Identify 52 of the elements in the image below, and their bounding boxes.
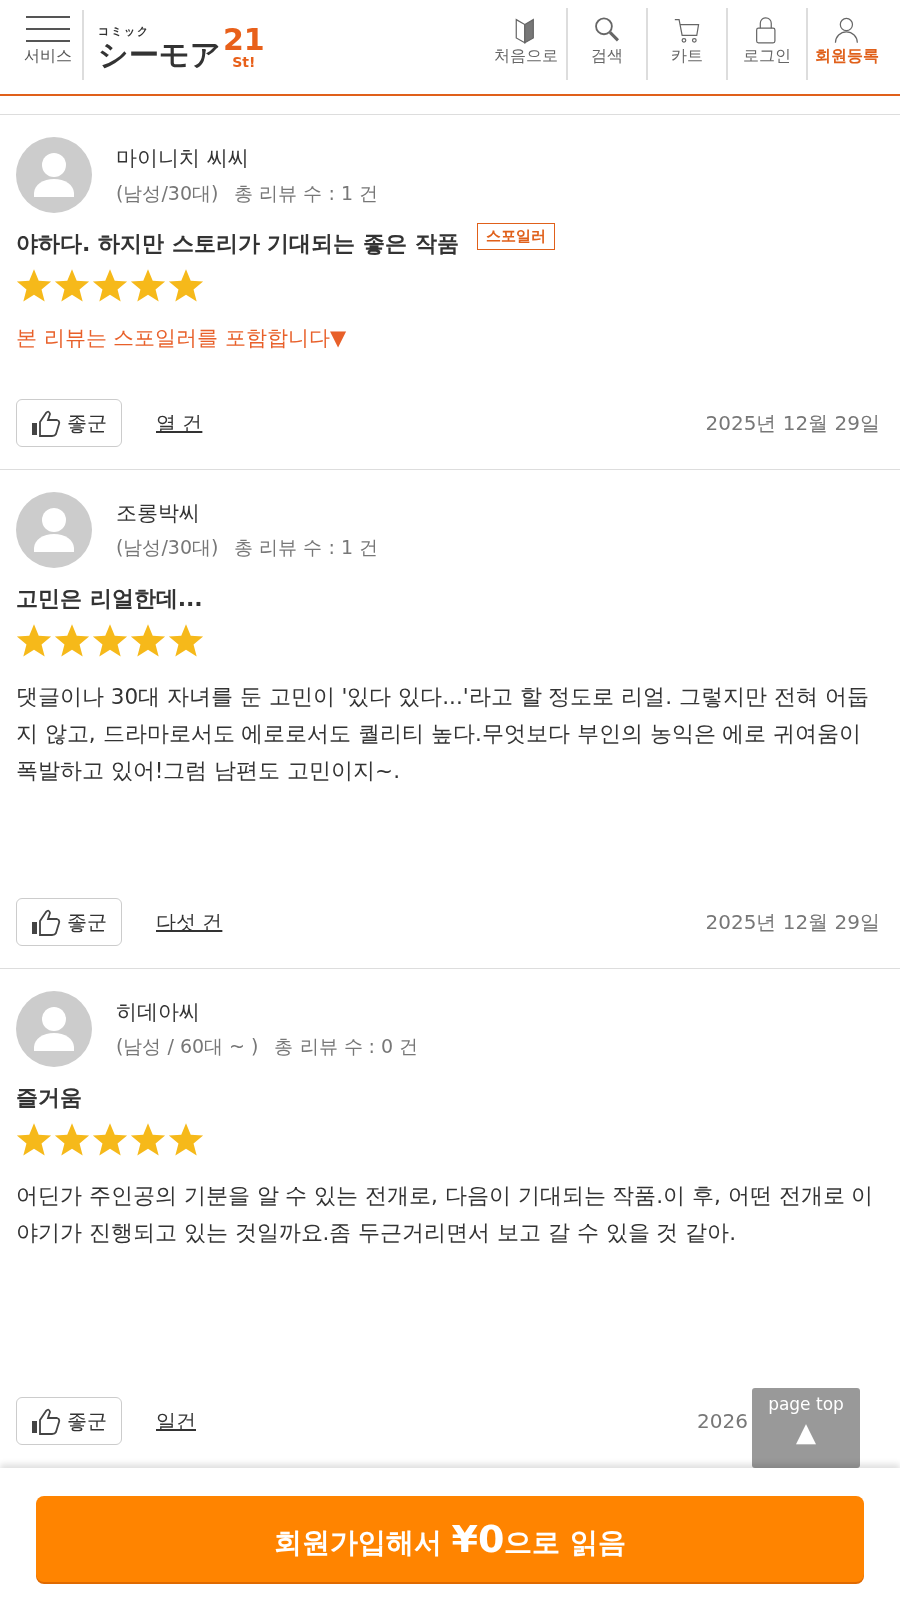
thumbs-up-icon (31, 408, 61, 437)
menu-button[interactable]: 서비스 (14, 10, 84, 80)
review-date: 2025년 12월 29일 (705, 409, 880, 437)
review-count: 총 리뷰 수 : 1 건 (234, 180, 379, 206)
avatar-icon (16, 990, 92, 1067)
like-button[interactable]: 좋군 (16, 897, 122, 946)
like-count-link[interactable]: 다섯 건 (156, 906, 223, 937)
like-count-link[interactable]: 열 건 (156, 407, 203, 438)
thumbs-up-icon (31, 1406, 61, 1435)
star-icon (92, 622, 128, 658)
star-icon (130, 1121, 166, 1157)
reviewer-profile: (남성/30대) (116, 180, 219, 206)
review-title: 즐거움 (16, 1083, 82, 1112)
star-icon (16, 622, 52, 658)
review-title: 야하다. 하지만 스토리가 기대되는 좋은 작품 (16, 230, 459, 258)
review-text: 어딘가 주인공의 기분을 알 수 있는 전개로, 다음이 기대되는 작품.이 후, 어떤 전개로 이야기가 진행되고 있는 것일까요.좀 두근거리면서 보고 갈 수 있을 것 같아. (16, 1181, 875, 1247)
star-icon (168, 268, 204, 303)
review-count: 총 리뷰 수 : 0 건 (274, 1034, 419, 1059)
star-icon (54, 622, 90, 658)
reviewer-name: 히데아씨 (116, 998, 201, 1026)
thumbs-up-icon (31, 907, 61, 936)
star-icon (16, 1121, 52, 1157)
star-icon (92, 1121, 128, 1157)
avatar-icon (16, 491, 92, 568)
like-button[interactable]: 좋군 (16, 398, 122, 447)
star-icon (168, 1121, 204, 1157)
menu-icon (24, 14, 72, 44)
reviewer-name: 마이니치 씨씨 (116, 145, 250, 172)
star-icon (130, 622, 166, 658)
nav-link[interactable]: 검색 (566, 8, 646, 80)
review-title: 고민은 리얼한데... (16, 584, 203, 613)
nav-link[interactable]: 로그인 (726, 8, 806, 80)
star-icon (168, 622, 204, 658)
star-icon (54, 268, 90, 303)
review-count: 총 리뷰 수 : 1 건 (234, 535, 379, 560)
review-text: 댓글이나 30대 자녀를 둔 고민이 '있다 있다...'라고 할 정도로 리얼. 그렇지만 전혀 어둡지 않고, 드라마로서도 에로로서도 퀄리티 높다.무엇보다 부인의 농익은 에로 귀여움이 폭발하고 있어!그럼 남편도 고민이지~. (16, 682, 870, 785)
nav-link[interactable]: 카트 (646, 8, 726, 80)
like-button[interactable]: 좋군 (16, 1396, 122, 1445)
review-date: 2026 (697, 1407, 748, 1435)
star-icon (16, 268, 52, 303)
nav-link[interactable]: 처음으로 (486, 8, 566, 80)
star-icon (54, 1121, 90, 1157)
reviewer-profile: (남성/30대) (116, 535, 219, 560)
avatar-icon (16, 137, 92, 213)
reviewer-name: 조롱박씨 (116, 499, 201, 527)
star-icon (130, 268, 166, 303)
star-icon (92, 268, 128, 303)
nav-link[interactable]: 회원등록 (806, 8, 886, 80)
review-date: 2025년 12월 29일 (705, 908, 880, 936)
like-count-link[interactable]: 일건 (156, 1405, 196, 1436)
spoiler-tag: 스포일러 (476, 223, 555, 250)
reviewer-profile: (남성 / 60대 ~ ) (116, 1034, 259, 1059)
